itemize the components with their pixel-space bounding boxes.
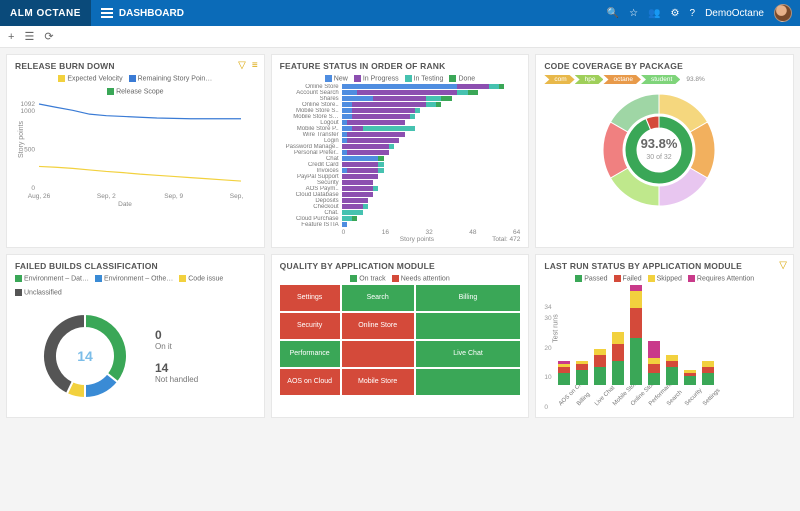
refresh-button[interactable]: ⟳ <box>44 30 53 43</box>
legend: Passed Failed Skipped Requires Attention <box>544 275 785 282</box>
user-label[interactable]: DemoOctane <box>705 8 764 19</box>
svg-text:500: 500 <box>24 146 35 153</box>
card-title: RELEASE BURN DOWN <box>15 61 256 71</box>
card-failed-builds: FAILED BUILDS CLASSIFICATION Environment… <box>6 254 265 418</box>
star-icon[interactable]: ☆ <box>629 8 638 19</box>
card-code-coverage: CODE COVERAGE BY PACKAGE comhpeoctanestu… <box>535 54 794 248</box>
svg-text:Date: Date <box>118 201 132 208</box>
treemap-cell[interactable]: Settings <box>280 285 340 311</box>
svg-text:Aug, 26: Aug, 26 <box>28 193 51 200</box>
quality-treemap[interactable]: SettingsSearchBilling SecurityOnline Stor… <box>280 285 521 395</box>
treemap-cell[interactable]: Security <box>280 313 340 339</box>
card-title: LAST RUN STATUS BY APPLICATION MODULE <box>544 261 785 271</box>
brand[interactable]: ALM OCTANE <box>0 0 91 26</box>
package-breadcrumb[interactable]: comhpeoctanestudent 93.8% <box>544 75 785 84</box>
treemap-cell[interactable] <box>416 369 521 395</box>
dashboard-toolbar: + ☰ ⟳ <box>0 26 800 48</box>
treemap-cell[interactable]: Live Chat <box>416 341 521 367</box>
card-release-burndown: RELEASE BURN DOWN ▽ ≡ Expected Velocity R… <box>6 54 265 248</box>
filter-icon[interactable]: ▽ <box>238 60 246 71</box>
card-title: QUALITY BY APPLICATION MODULE <box>280 261 521 271</box>
gear-icon[interactable]: ⚙ <box>671 8 680 19</box>
svg-text:Sep, 16: Sep, 16 <box>230 193 245 200</box>
breadcrumb[interactable]: DASHBOARD <box>91 6 194 20</box>
burndown-chart: Story points 050010001092 Aug, 26Sep, 2S… <box>15 98 245 208</box>
nothandled-count: 14 <box>155 361 198 375</box>
page-title: DASHBOARD <box>119 8 184 19</box>
avatar[interactable] <box>774 4 792 22</box>
coverage-chart: 93.8% 30 of 32 <box>544 86 774 211</box>
menu-icon[interactable]: ≡ <box>252 60 258 71</box>
treemap-cell[interactable]: Search <box>342 285 414 311</box>
filter-icon[interactable]: ▽ <box>779 260 787 271</box>
treemap-cell[interactable] <box>342 341 414 367</box>
svg-text:1092: 1092 <box>21 101 36 108</box>
treemap-cell[interactable] <box>416 313 521 339</box>
lastrun-chart: AOS on CloudBillingLive ChatMobile Store… <box>544 285 785 385</box>
feature-bars: Online StoreAccount SearchSharesOnline S… <box>280 84 521 227</box>
card-last-run-status: LAST RUN STATUS BY APPLICATION MODULE ▽ … <box>535 254 794 418</box>
legend: Environment – Dat… Environment – Othe… C… <box>15 275 256 296</box>
card-quality-module: QUALITY BY APPLICATION MODULE On track N… <box>271 254 530 418</box>
legend: On track Needs attention <box>280 275 521 282</box>
legend: Expected Velocity Remaining Story Poin… … <box>15 75 256 96</box>
svg-text:30 of 32: 30 of 32 <box>647 154 672 161</box>
menu-icon[interactable] <box>101 6 113 20</box>
svg-text:14: 14 <box>77 348 93 364</box>
svg-text:Sep, 2: Sep, 2 <box>97 193 116 200</box>
list-toggle-button[interactable]: ☰ <box>24 30 34 43</box>
treemap-cell[interactable]: Billing <box>416 285 521 311</box>
treemap-cell[interactable]: Online Store <box>342 313 414 339</box>
treemap-cell[interactable]: Performance <box>280 341 340 367</box>
failed-donut: 14 <box>15 298 155 413</box>
top-nav: ALM OCTANE DASHBOARD 🔍 ☆ 👥 ⚙ ? DemoOctan… <box>0 0 800 26</box>
legend: New In Progress In Testing Done <box>280 75 521 82</box>
help-icon[interactable]: ? <box>690 8 696 19</box>
treemap-cell[interactable]: Mobile Store <box>342 369 414 395</box>
treemap-cell[interactable]: AOS on Cloud <box>280 369 340 395</box>
add-widget-button[interactable]: + <box>8 31 14 43</box>
svg-text:0: 0 <box>31 185 35 192</box>
card-title: FEATURE STATUS IN ORDER OF RANK <box>280 61 521 71</box>
svg-text:93.8%: 93.8% <box>641 136 678 151</box>
card-title: FAILED BUILDS CLASSIFICATION <box>15 261 256 271</box>
svg-text:Sep, 9: Sep, 9 <box>164 193 183 200</box>
widget-grid: RELEASE BURN DOWN ▽ ≡ Expected Velocity R… <box>0 48 800 424</box>
onit-count: 0 <box>155 328 198 342</box>
card-title: CODE COVERAGE BY PACKAGE <box>544 61 785 71</box>
search-icon[interactable]: 🔍 <box>607 8 619 19</box>
svg-text:1000: 1000 <box>21 108 36 115</box>
people-icon[interactable]: 👥 <box>648 8 660 19</box>
card-feature-status: FEATURE STATUS IN ORDER OF RANK New In P… <box>271 54 530 248</box>
